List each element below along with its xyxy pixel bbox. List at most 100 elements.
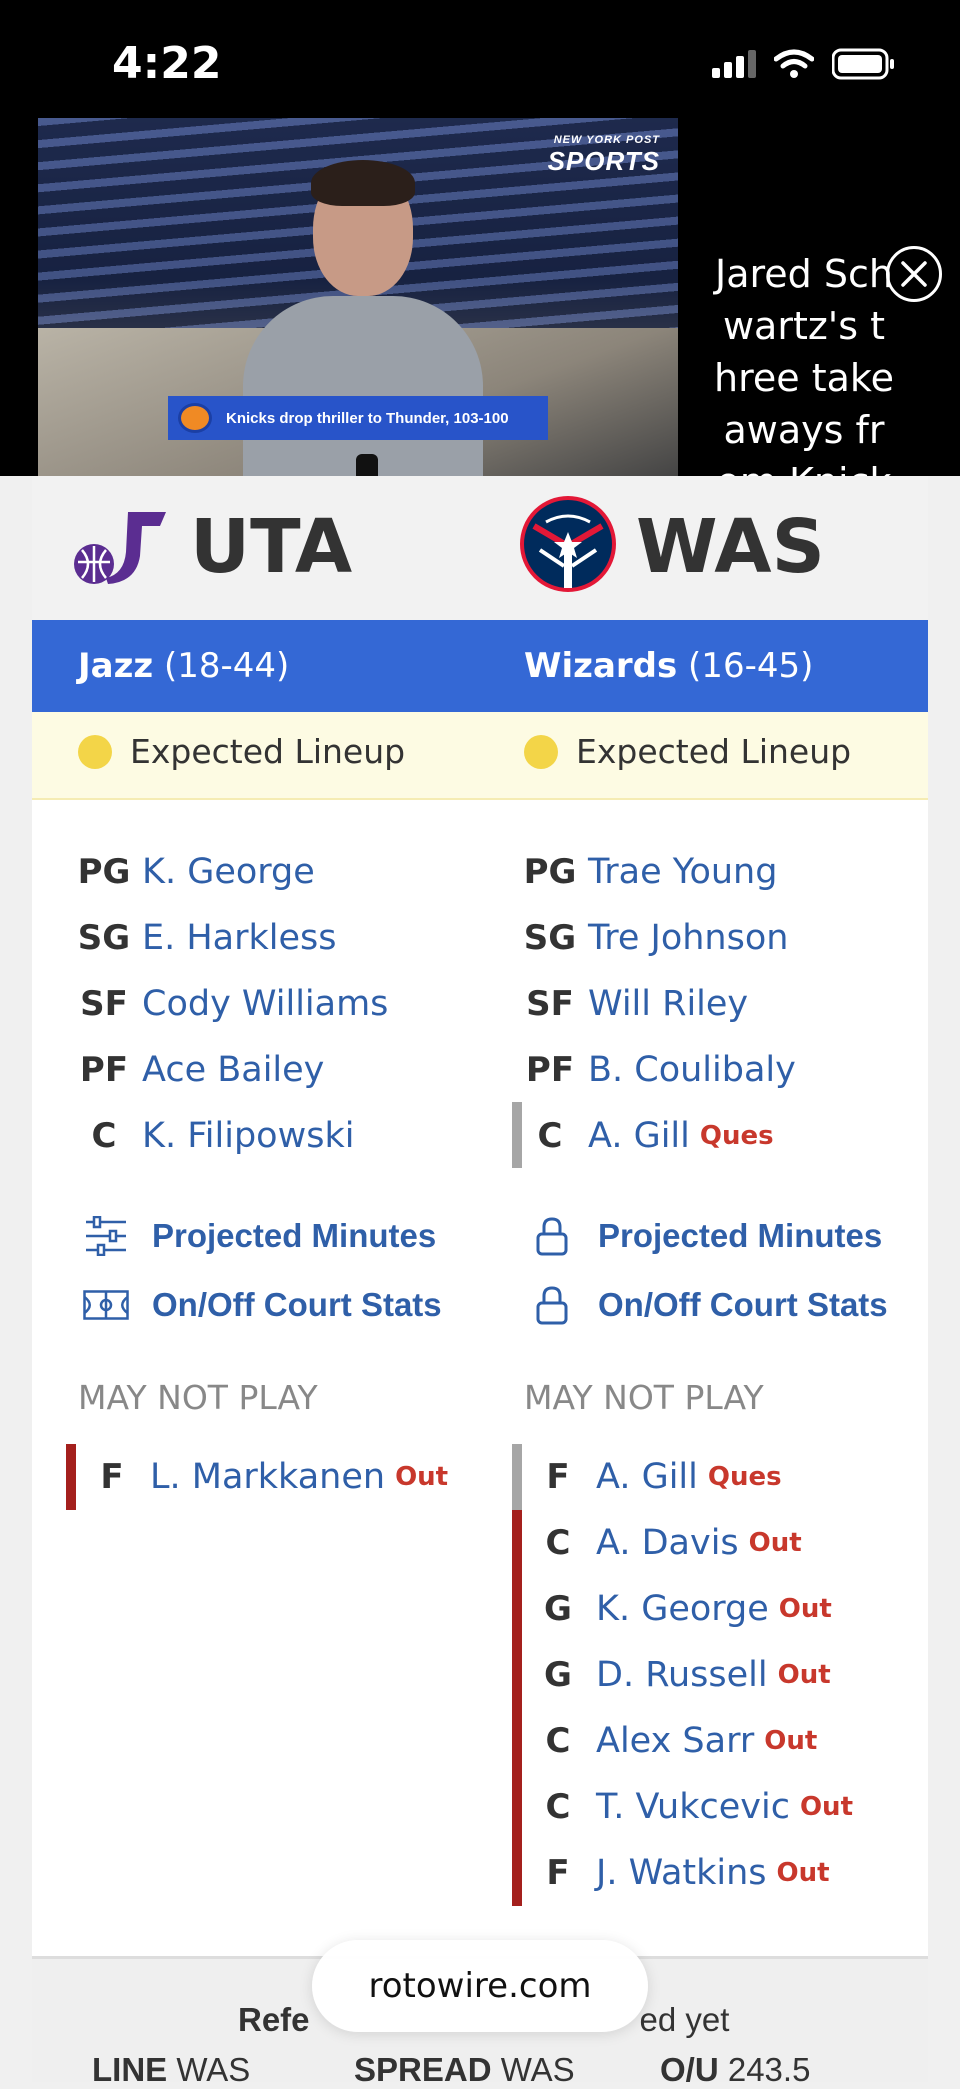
line-odds: LINE WAS bbox=[92, 2051, 251, 2088]
injury-row: F A. Gill Ques bbox=[530, 1452, 781, 1502]
lineup-row: C K. Filipowski bbox=[76, 1111, 355, 1161]
projected-minutes-link-locked[interactable]: Projected Minutes bbox=[528, 1211, 882, 1261]
team-names-bar: Jazz (18-44) Wizards (16-45) bbox=[32, 620, 928, 712]
player-link[interactable]: Trae Young bbox=[588, 852, 777, 892]
status-bar: 4:22 bbox=[0, 0, 960, 118]
signal-icon bbox=[712, 50, 756, 78]
injury-row: C T. Vukcevic Out bbox=[530, 1782, 853, 1832]
questionable-marker bbox=[512, 1102, 522, 1168]
injury-row: F J. Watkins Out bbox=[530, 1848, 830, 1898]
player-link[interactable]: L. Markkanen bbox=[150, 1457, 385, 1497]
may-not-play-header: MAY NOT PLAY bbox=[78, 1378, 318, 1417]
player-link[interactable]: Tre Johnson bbox=[588, 918, 788, 958]
spread-odds: SPREAD WAS bbox=[354, 2051, 575, 2088]
player-link[interactable]: E. Harkless bbox=[142, 918, 337, 958]
player-link[interactable]: D. Russell bbox=[596, 1655, 768, 1695]
away-team-name[interactable]: Jazz (18-44) bbox=[78, 646, 289, 686]
lineup-row: PF B. Coulibaly bbox=[522, 1045, 796, 1095]
injury-row: C Alex Sarr Out bbox=[530, 1716, 818, 1766]
knicks-logo-icon bbox=[178, 403, 212, 433]
player-link[interactable]: K. George bbox=[596, 1589, 769, 1629]
position: SG bbox=[77, 918, 131, 958]
status-dot-icon bbox=[524, 734, 558, 769]
away-team-record: (18-44) bbox=[163, 646, 290, 686]
position: PG bbox=[523, 852, 577, 892]
over-under-odds: O/U 243.5 bbox=[660, 2051, 811, 2088]
lineup-row: C A. Gill Ques bbox=[522, 1111, 774, 1161]
questionable-marker bbox=[512, 1444, 522, 1510]
clock: 4:22 bbox=[112, 38, 222, 89]
position: C bbox=[545, 1787, 571, 1827]
player-link[interactable]: A. Gill bbox=[596, 1457, 698, 1497]
player-link[interactable]: T. Vukcevic bbox=[596, 1787, 790, 1827]
position: F bbox=[100, 1457, 124, 1497]
injury-row: G K. George Out bbox=[530, 1584, 832, 1634]
battery-icon bbox=[832, 48, 894, 80]
lineup-row: SG Tre Johnson bbox=[522, 913, 789, 963]
position: G bbox=[544, 1655, 572, 1695]
injury-tag: Out bbox=[776, 1858, 830, 1888]
position: C bbox=[545, 1523, 571, 1563]
projected-minutes-link[interactable]: Projected Minutes bbox=[82, 1211, 436, 1261]
away-lineup-status: Expected Lineup bbox=[78, 732, 405, 771]
position: C bbox=[537, 1116, 563, 1156]
player-link[interactable]: Alex Sarr bbox=[596, 1721, 754, 1761]
position: SG bbox=[523, 918, 577, 958]
microphone bbox=[356, 454, 378, 476]
player-link[interactable]: A. Gill bbox=[588, 1116, 690, 1156]
on-off-court-stats-link[interactable]: On/Off Court Stats bbox=[82, 1280, 442, 1330]
jazz-logo-icon bbox=[74, 512, 166, 584]
home-lineup-status: Expected Lineup bbox=[524, 732, 851, 771]
player-link[interactable]: K. George bbox=[142, 852, 315, 892]
player-link[interactable]: Will Riley bbox=[588, 984, 748, 1024]
lineup-row: SF Cody Williams bbox=[76, 979, 388, 1029]
home-team-record: (16-45) bbox=[688, 646, 814, 686]
wizards-logo-icon bbox=[520, 496, 616, 592]
lock-icon bbox=[528, 1212, 576, 1260]
lineup-row: PF Ace Bailey bbox=[76, 1045, 324, 1095]
position: PG bbox=[77, 852, 131, 892]
position: G bbox=[544, 1589, 572, 1629]
lineup-status-bar: Expected Lineup Expected Lineup bbox=[32, 712, 928, 800]
home-team-abbr: WAS bbox=[636, 504, 825, 590]
lineup-row: PG Trae Young bbox=[522, 847, 778, 897]
lock-icon bbox=[528, 1281, 576, 1329]
away-team-abbr: UTA bbox=[190, 504, 353, 590]
position: SF bbox=[526, 984, 574, 1024]
player-link[interactable]: J. Watkins bbox=[596, 1853, 767, 1893]
player-link[interactable]: B. Coulibaly bbox=[588, 1050, 796, 1090]
may-not-play-header: MAY NOT PLAY bbox=[524, 1378, 764, 1417]
video-banner: NEW YORK POST SPORTS Knicks drop thrille… bbox=[0, 118, 960, 556]
injury-tag: Ques bbox=[699, 1121, 774, 1151]
on-off-court-stats-link-locked[interactable]: On/Off Court Stats bbox=[528, 1280, 888, 1330]
player-link[interactable]: K. Filipowski bbox=[142, 1116, 354, 1156]
close-video-button[interactable] bbox=[886, 246, 942, 302]
status-dot-icon bbox=[78, 734, 112, 769]
player-link[interactable]: A. Davis bbox=[596, 1523, 739, 1563]
lineup-card: UTA WAS Jazz (18-44) Wizards (16-45) Exp… bbox=[32, 476, 928, 2088]
injury-tag: Out bbox=[777, 1660, 831, 1690]
position: F bbox=[546, 1457, 570, 1497]
player-link[interactable]: Ace Bailey bbox=[142, 1050, 324, 1090]
injury-tag: Out bbox=[748, 1528, 802, 1558]
position: SF bbox=[80, 984, 128, 1024]
video-brand-logo: NEW YORK POST SPORTS bbox=[547, 134, 660, 176]
position: PF bbox=[79, 1050, 129, 1090]
position: C bbox=[545, 1721, 571, 1761]
court-icon bbox=[82, 1281, 130, 1329]
player-link[interactable]: Cody Williams bbox=[142, 984, 388, 1024]
status-icons bbox=[712, 48, 896, 80]
home-team-name[interactable]: Wizards (16-45) bbox=[524, 646, 813, 686]
video-thumbnail[interactable]: NEW YORK POST SPORTS Knicks drop thrille… bbox=[38, 118, 678, 476]
browser-url-bar[interactable]: rotowire.com bbox=[312, 1940, 648, 2032]
lineup-row: PG K. George bbox=[76, 847, 315, 897]
injury-row: G D. Russell Out bbox=[530, 1650, 831, 1700]
lineup-row: SF Will Riley bbox=[522, 979, 748, 1029]
injury-tag: Out bbox=[799, 1792, 853, 1822]
injury-row: F L. Markkanen Out bbox=[84, 1452, 448, 1502]
wifi-icon bbox=[774, 49, 814, 78]
injury-tag: Out bbox=[395, 1462, 449, 1492]
out-marker bbox=[512, 1510, 522, 1906]
team-logos-row: UTA WAS bbox=[32, 476, 928, 620]
position: PF bbox=[525, 1050, 575, 1090]
